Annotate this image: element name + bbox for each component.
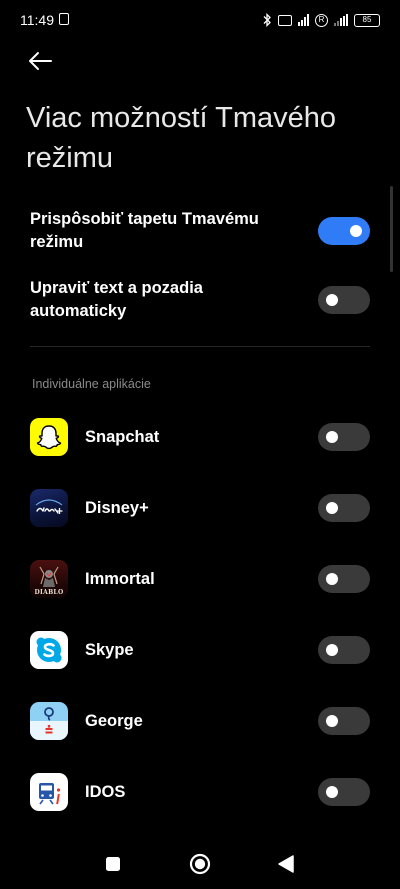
triangle-back-icon — [278, 855, 294, 873]
skype-icon — [30, 631, 68, 669]
app-row-snapchat[interactable]: Snapchat — [30, 417, 370, 457]
toggle-immortal[interactable] — [318, 565, 370, 593]
status-icons: R 85 — [262, 12, 380, 28]
app-name: IDOS — [85, 782, 126, 801]
idos-icon — [30, 773, 68, 811]
diablo-immortal-icon: DIABLO — [30, 560, 68, 598]
toggle-knob — [326, 715, 338, 727]
battery-level: 85 — [362, 14, 372, 24]
status-time: 11:49 — [20, 12, 54, 28]
registered-icon: R — [315, 13, 328, 27]
app-name: Skype — [85, 640, 134, 659]
toggle-george[interactable] — [318, 707, 370, 735]
circle-icon — [189, 853, 211, 875]
section-label: Individuálne aplikácie — [32, 377, 151, 391]
toggle-snapchat[interactable] — [318, 423, 370, 451]
toggle-knob — [350, 225, 362, 237]
battery-icon: 85 — [354, 13, 380, 27]
scrollbar[interactable] — [390, 186, 393, 272]
arrow-left-icon — [29, 52, 52, 70]
toggle-knob — [326, 502, 338, 514]
nav-back-button[interactable] — [277, 854, 295, 878]
signal-4g-icon — [298, 14, 309, 26]
app-row-immortal[interactable]: DIABLO Immortal — [30, 559, 370, 599]
sim-icon — [59, 13, 69, 25]
app-row-skype[interactable]: Skype — [30, 630, 370, 670]
app-name: Immortal — [85, 569, 155, 588]
signal-icon — [334, 14, 348, 26]
setting-auto-text[interactable]: Upraviť text a pozadia automaticky — [30, 277, 370, 323]
toggle-knob — [326, 644, 338, 656]
toggle-auto-text[interactable] — [318, 286, 370, 314]
toggle-knob — [326, 573, 338, 585]
back-button[interactable] — [26, 48, 56, 74]
app-row-disney[interactable]: Disney+ — [30, 488, 370, 528]
toggle-skype[interactable] — [318, 636, 370, 664]
app-row-idos[interactable]: IDOS — [30, 772, 370, 812]
george-icon — [30, 702, 68, 740]
toggle-knob — [326, 294, 338, 306]
app-name: Disney+ — [85, 498, 149, 517]
divider — [30, 346, 370, 347]
disney-plus-icon — [30, 489, 68, 527]
toggle-disney[interactable] — [318, 494, 370, 522]
page-title: Viac možností Tmavého režimu — [26, 102, 337, 174]
status-bar: 11:49 R 85 — [0, 0, 400, 40]
square-icon — [106, 857, 120, 871]
app-row-george[interactable]: George — [30, 701, 370, 741]
toggle-idos[interactable] — [318, 778, 370, 806]
recents-button[interactable] — [105, 856, 121, 876]
setting-label-auto-text: Upraviť text a pozadia automaticky — [30, 279, 203, 320]
diablo-logo-text: DIABLO — [35, 589, 64, 596]
home-button[interactable] — [189, 853, 211, 879]
volte-icon — [278, 14, 292, 26]
toggle-wallpaper[interactable] — [318, 217, 370, 245]
app-name: George — [85, 711, 143, 730]
snapchat-icon — [30, 418, 68, 456]
setting-label-wallpaper: Prispôsobiť tapetu Tmavému režimu — [30, 210, 259, 251]
setting-adapt-wallpaper[interactable]: Prispôsobiť tapetu Tmavému režimu — [30, 208, 370, 254]
toggle-knob — [326, 786, 338, 798]
bluetooth-icon — [263, 13, 271, 27]
toggle-knob — [326, 431, 338, 443]
app-name: Snapchat — [85, 427, 160, 446]
navigation-bar — [0, 840, 400, 889]
